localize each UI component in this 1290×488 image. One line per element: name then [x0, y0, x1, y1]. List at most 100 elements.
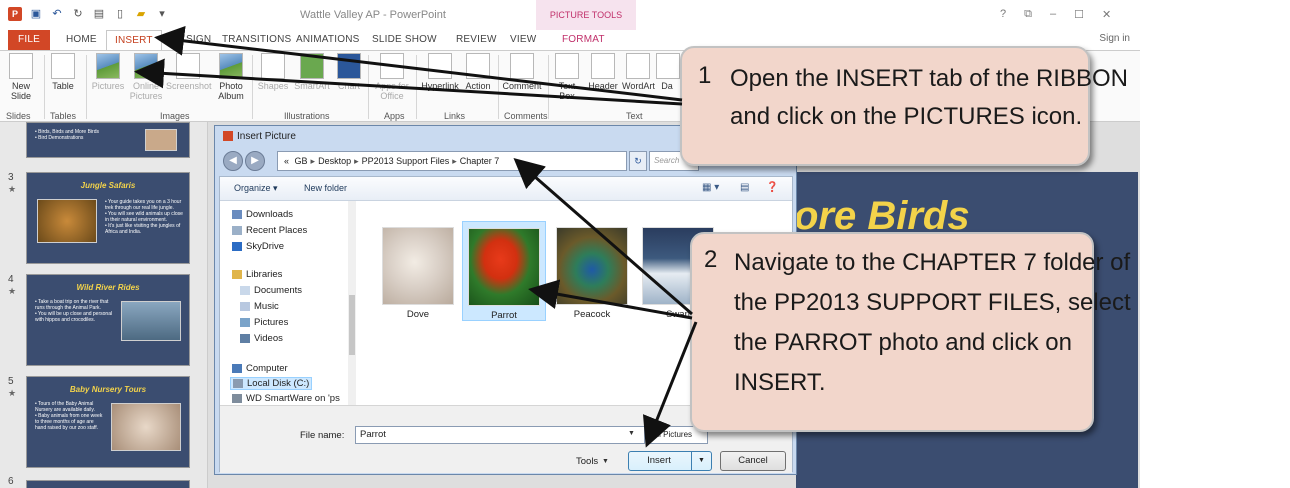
- nav-pictures-label: Pictures: [254, 317, 289, 328]
- tab-transitions[interactable]: TRANSITIONS: [222, 30, 291, 50]
- file-name-dropdown-icon[interactable]: ▼: [628, 430, 635, 437]
- address-path[interactable]: « GB ▸ Desktop ▸ PP2013 Support Files ▸ Chapte…: [277, 151, 627, 171]
- callout-2-line-3: the PARROT photo and click on: [734, 329, 1072, 356]
- nav-wd-smartware[interactable]: WD SmartWare on 'ps: [232, 393, 340, 404]
- slide-thumbnail-3[interactable]: Jungle Safaris • Your guide takes you on…: [26, 172, 190, 264]
- tab-insert[interactable]: INSERT: [106, 30, 162, 51]
- wordart-icon: [626, 53, 650, 79]
- customize-qat-icon[interactable]: ▾: [155, 7, 169, 21]
- back-button[interactable]: ◀: [223, 151, 243, 171]
- help-icon[interactable]: ?: [1000, 8, 1006, 21]
- tab-design[interactable]: SIGN: [186, 30, 211, 50]
- dove-thumbnail: [382, 227, 454, 305]
- tools-button[interactable]: Tools: [576, 456, 598, 467]
- tab-slideshow[interactable]: SLIDE SHOW: [372, 30, 437, 50]
- tab-review[interactable]: REVIEW: [456, 30, 497, 50]
- nav-documents[interactable]: Documents: [240, 285, 302, 296]
- redo-icon[interactable]: ↻: [71, 7, 85, 21]
- save-icon[interactable]: ▣: [29, 7, 43, 21]
- path-gb[interactable]: GB: [295, 156, 308, 166]
- path-pp2013[interactable]: PP2013 Support Files: [362, 156, 450, 166]
- nav-recent-places[interactable]: Recent Places: [232, 225, 307, 236]
- new-folder-button[interactable]: New folder: [304, 183, 347, 193]
- photo-album-icon: [219, 53, 243, 79]
- sign-in-link[interactable]: Sign in: [1099, 33, 1130, 44]
- tools-dropdown-icon[interactable]: ▼: [602, 458, 609, 465]
- date-time-label: Da: [661, 81, 673, 91]
- view-options-icon[interactable]: ▦ ▾: [702, 182, 719, 193]
- slide-thumbnail-6[interactable]: [26, 480, 190, 488]
- photo-album-label-2: Album: [218, 91, 244, 101]
- callout-2-line-2: the PP2013 SUPPORT FILES, select: [734, 289, 1131, 316]
- tab-animations[interactable]: ANIMATIONS: [296, 30, 359, 50]
- date-time-button[interactable]: Da: [656, 53, 680, 91]
- undo-icon[interactable]: ↶: [50, 7, 64, 21]
- start-from-beginning-icon[interactable]: ▤: [92, 7, 106, 21]
- slide-thumbnail-4[interactable]: Wild River Rides • Take a boat trip on t…: [26, 274, 190, 366]
- new-file-icon[interactable]: ▯: [113, 7, 127, 21]
- nav-libraries[interactable]: Libraries: [232, 269, 282, 280]
- slide-thumbnail-2[interactable]: • Birds, Birds and More Birds • Bird Dem…: [26, 122, 190, 158]
- path-overflow[interactable]: «: [284, 156, 289, 166]
- powerpoint-app-icon[interactable]: P: [8, 7, 22, 21]
- open-folder-icon[interactable]: ▰: [134, 7, 148, 21]
- insert-dropdown-icon[interactable]: ▼: [691, 452, 711, 470]
- comment-icon: [510, 53, 534, 79]
- insert-button-label[interactable]: Insert: [629, 452, 689, 470]
- path-desktop[interactable]: Desktop: [318, 156, 351, 166]
- file-parrot[interactable]: Parrot: [462, 221, 546, 321]
- help-icon[interactable]: ❓: [766, 182, 778, 193]
- nav-skydrive[interactable]: SkyDrive: [232, 241, 284, 252]
- refresh-icon[interactable]: ↻: [629, 151, 647, 171]
- file-dove[interactable]: Dove: [376, 221, 460, 320]
- tab-file[interactable]: FILE: [8, 30, 50, 50]
- action-button[interactable]: Action: [462, 53, 494, 91]
- insert-button[interactable]: Insert ▼: [628, 451, 712, 471]
- organize-button[interactable]: Organize ▾: [234, 183, 278, 194]
- nav-music-label: Music: [254, 301, 279, 312]
- file-peacock[interactable]: Peacock: [550, 221, 634, 320]
- smartart-button[interactable]: SmartArt: [292, 53, 332, 91]
- chart-button[interactable]: Chart: [334, 53, 364, 91]
- comment-button[interactable]: Comment: [502, 53, 542, 91]
- thumb-body: • Your guide takes you on a 3 hour trek …: [105, 199, 183, 235]
- skydrive-icon: [232, 241, 242, 251]
- pictures-button[interactable]: Pictures: [90, 53, 126, 91]
- screenshot-button[interactable]: Screenshot: [166, 53, 212, 91]
- tab-format[interactable]: FORMAT: [562, 30, 605, 50]
- new-slide-button[interactable]: New Slide: [6, 53, 36, 101]
- path-chapter7[interactable]: Chapter 7: [460, 156, 500, 166]
- preview-pane-icon[interactable]: ▤: [740, 182, 749, 193]
- group-slides: Slides: [6, 111, 31, 121]
- nav-downloads[interactable]: Downloads: [232, 209, 293, 220]
- apps-for-office-button[interactable]: Apps for Office: [372, 53, 412, 101]
- cancel-button[interactable]: Cancel: [720, 451, 786, 471]
- slide-thumbnail-5[interactable]: Baby Nursery Tours • Tours of the Baby A…: [26, 376, 190, 468]
- textbox-button[interactable]: Text Box: [552, 53, 582, 101]
- shapes-button[interactable]: Shapes: [256, 53, 290, 91]
- table-button[interactable]: Table: [48, 53, 78, 91]
- online-pictures-icon: [134, 53, 158, 79]
- ribbon-display-icon[interactable]: ⧉: [1024, 8, 1032, 21]
- nav-computer[interactable]: Computer: [232, 363, 288, 374]
- photo-album-button[interactable]: Photo Album: [214, 53, 248, 101]
- nav-local-disk[interactable]: Local Disk (C:): [230, 377, 313, 390]
- tab-view[interactable]: VIEW: [510, 30, 536, 50]
- tab-home[interactable]: HOME: [66, 30, 97, 50]
- file-dove-label: Dove: [406, 309, 430, 320]
- maximize-icon[interactable]: ☐: [1074, 8, 1084, 21]
- minimize-icon[interactable]: –: [1050, 8, 1056, 21]
- textbox-label: Text Box: [558, 81, 576, 101]
- online-pictures-button[interactable]: Online Pictures: [128, 53, 164, 101]
- nav-pictures[interactable]: Pictures: [240, 317, 288, 328]
- forward-button[interactable]: ▶: [245, 151, 265, 171]
- action-icon: [466, 53, 490, 79]
- hyperlink-button[interactable]: Hyperlink: [420, 53, 460, 91]
- nav-scrollbar-thumb[interactable]: [349, 295, 355, 355]
- file-name-input[interactable]: Parrot: [355, 426, 645, 444]
- header-footer-button[interactable]: Header: [586, 53, 620, 91]
- nav-videos[interactable]: Videos: [240, 333, 283, 344]
- nav-music[interactable]: Music: [240, 301, 279, 312]
- close-icon[interactable]: ✕: [1102, 8, 1111, 21]
- wordart-button[interactable]: WordArt: [622, 53, 655, 91]
